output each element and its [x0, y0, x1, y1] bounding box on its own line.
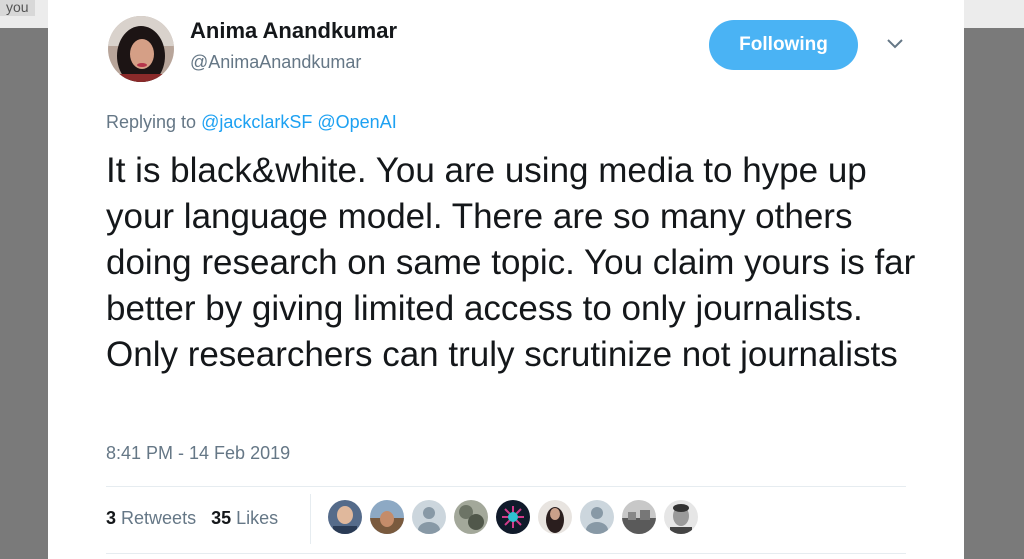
following-button[interactable]: Following [709, 20, 858, 70]
liker-avatar[interactable] [370, 500, 404, 534]
tweet-stats: 3 Retweets 35 Likes [106, 508, 278, 529]
background-text: you [0, 0, 35, 16]
retweet-count: 3 [106, 508, 117, 528]
liker-avatar[interactable] [496, 500, 530, 534]
likes-stat[interactable]: 35 Likes [211, 508, 278, 528]
tweet-text: It is black&white. You are using media t… [106, 151, 916, 374]
liker-avatar[interactable] [622, 500, 656, 534]
retweets-stat[interactable]: 3 Retweets [106, 508, 196, 528]
mention-link-jackclarksf[interactable]: @jackclarkSF [201, 112, 312, 132]
default-avatar-icon[interactable] [412, 500, 446, 534]
author-handle[interactable]: @AnimaAnandkumar [190, 52, 361, 73]
author-name[interactable]: Anima Anandkumar [190, 18, 397, 44]
liker-avatar[interactable] [538, 500, 572, 534]
divider [106, 553, 906, 554]
liker-avatar[interactable] [664, 500, 698, 534]
replying-to: Replying to @jackclarkSF @OpenAI [106, 112, 397, 133]
like-count: 35 [211, 508, 232, 528]
like-label: Likes [236, 508, 279, 528]
liker-avatar[interactable] [328, 500, 362, 534]
tweet-timestamp[interactable]: 8:41 PM - 14 Feb 2019 [106, 443, 290, 464]
liker-avatar[interactable] [454, 500, 488, 534]
replying-prefix: Replying to [106, 112, 197, 132]
default-avatar-icon[interactable] [580, 500, 614, 534]
stats-divider [310, 494, 311, 544]
tweet-card: Anima Anandkumar @AnimaAnandkumar Follow… [48, 0, 964, 559]
retweet-label: Retweets [121, 508, 197, 528]
chevron-down-icon[interactable] [886, 38, 904, 50]
author-avatar[interactable] [108, 16, 174, 82]
mention-link-openai[interactable]: @OpenAI [317, 112, 396, 132]
divider [106, 486, 906, 487]
